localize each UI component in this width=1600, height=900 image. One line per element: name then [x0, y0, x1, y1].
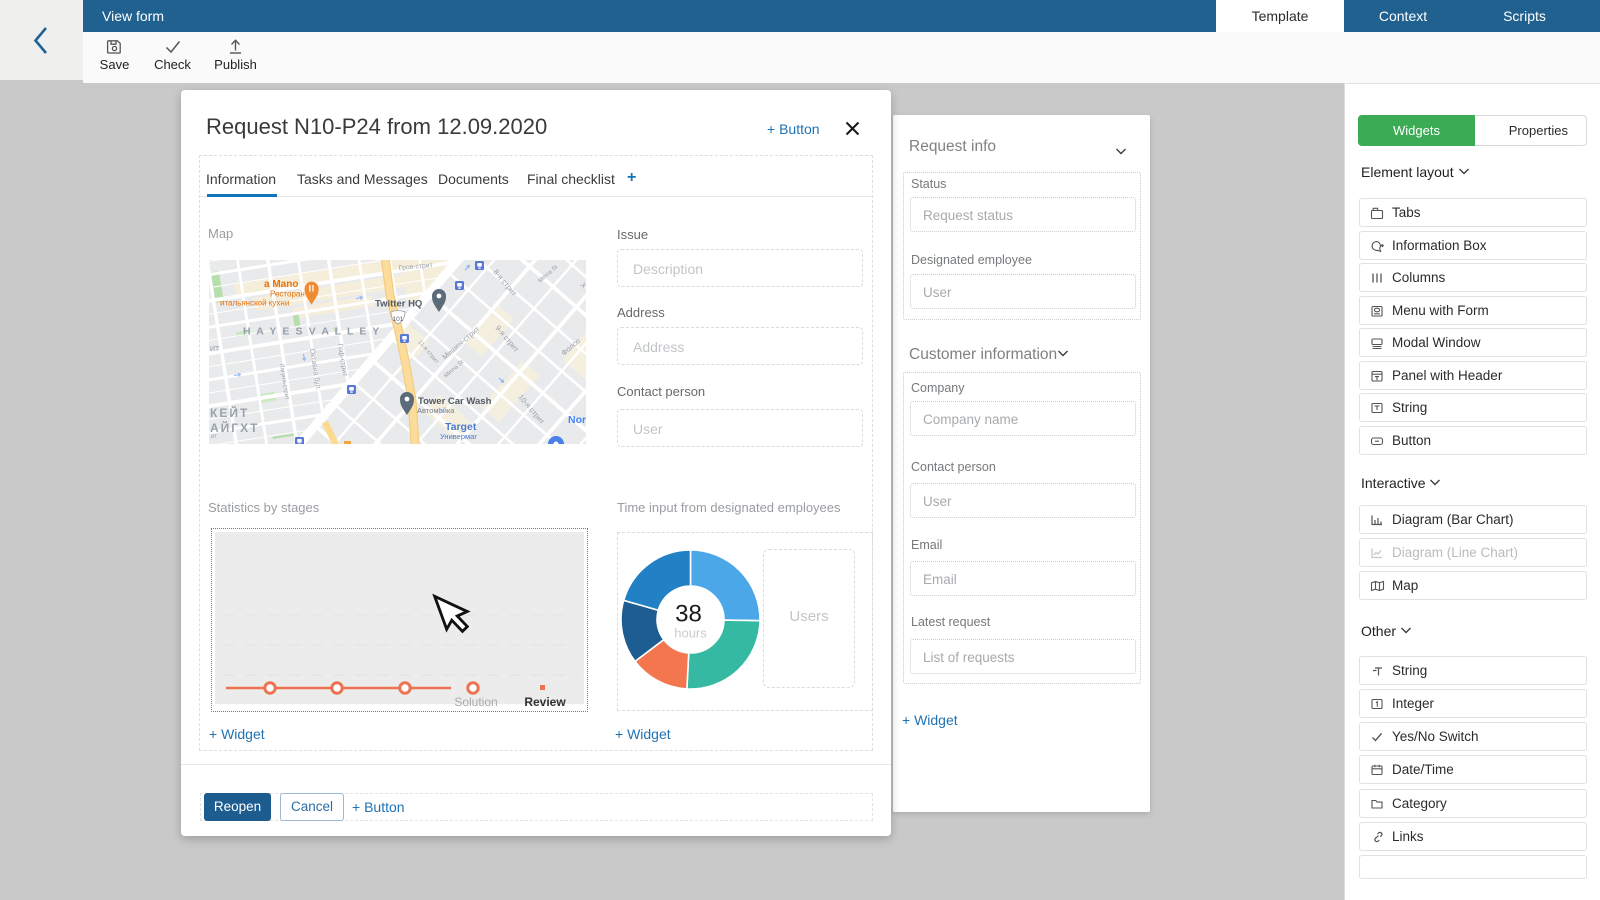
svg-text:Автомойка: Автомойка: [417, 406, 455, 415]
svg-text:КЕЙТ: КЕЙТ: [210, 405, 249, 420]
svg-text:Ресторан: Ресторан: [270, 290, 305, 299]
svg-text:Twitter HQ: Twitter HQ: [375, 299, 422, 310]
svg-text:H A Y E S V A L L E Y: H A Y E S V A L L E Y: [243, 326, 381, 338]
svg-text:hours: hours: [674, 626, 707, 641]
svg-text:Универмаг: Универмаг: [440, 432, 477, 441]
svg-text:Review: Review: [524, 695, 566, 706]
svg-text:АЙГХТ: АЙГХТ: [210, 420, 259, 435]
svg-text:a Mano: a Mano: [264, 279, 298, 290]
svg-text:Solution: Solution: [454, 695, 497, 706]
svg-text:итальянской кухни: итальянской кухни: [220, 299, 289, 308]
svg-text:ИТ: ИТ: [210, 346, 220, 353]
svg-text:38: 38: [675, 601, 702, 628]
svg-text:101: 101: [393, 316, 404, 323]
svg-text:Nor: Nor: [568, 414, 586, 426]
